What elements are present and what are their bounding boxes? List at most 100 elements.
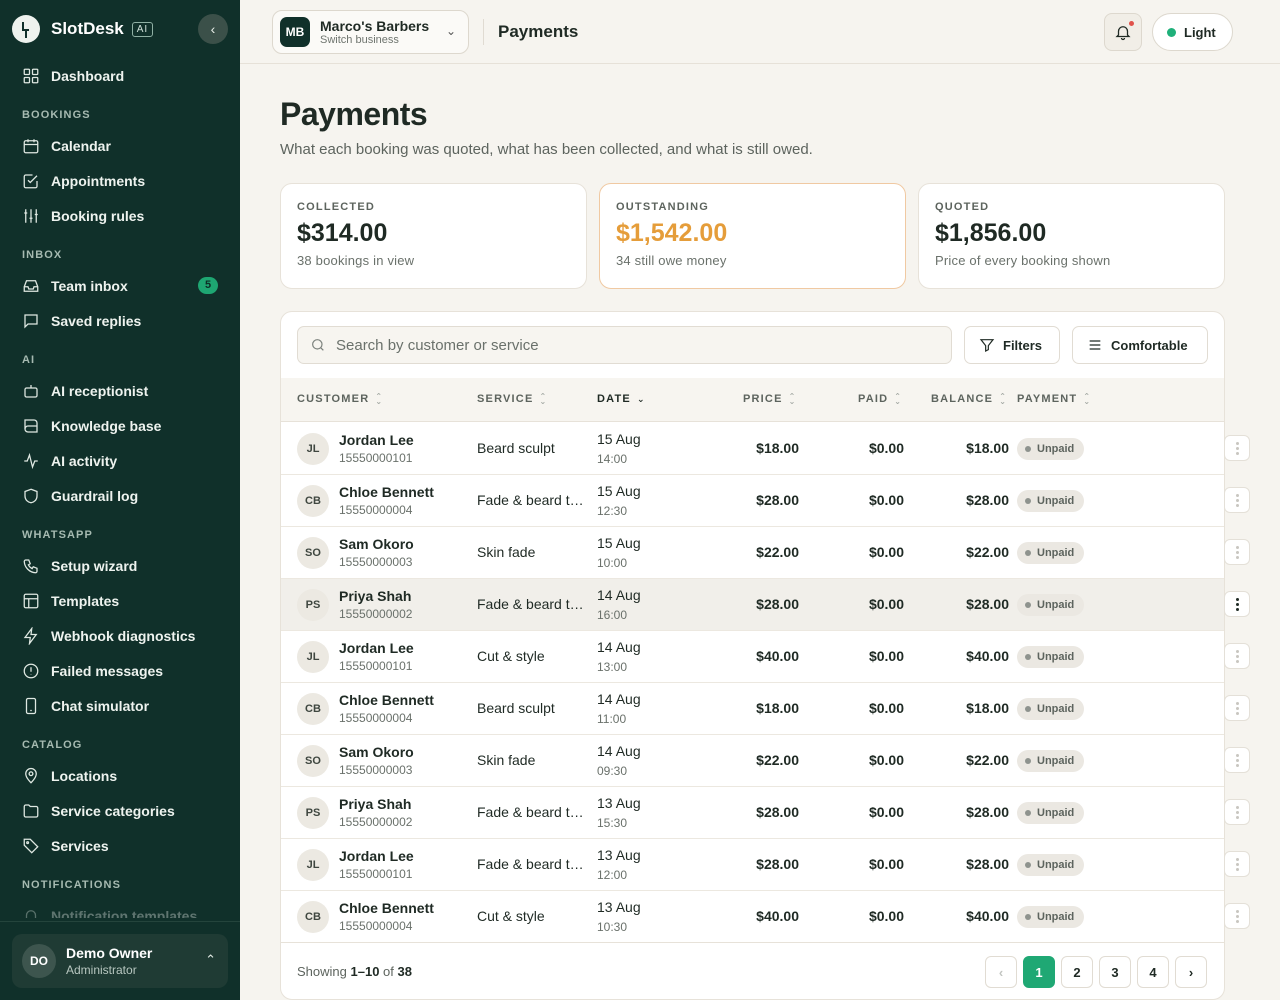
sidebar-item-booking-rules[interactable]: Booking rules bbox=[0, 198, 240, 233]
status-badge: Unpaid bbox=[1017, 490, 1085, 512]
page-button-1[interactable]: 1 bbox=[1023, 956, 1055, 988]
search-box[interactable] bbox=[297, 326, 952, 364]
previous-page-button[interactable]: ‹ bbox=[985, 956, 1017, 988]
sidebar-item-guardrail-log[interactable]: Guardrail log bbox=[0, 478, 240, 513]
row-actions-button[interactable] bbox=[1224, 799, 1250, 825]
customer-name[interactable]: Priya Shah bbox=[339, 796, 411, 812]
booking-time: 12:00 bbox=[597, 868, 628, 882]
sidebar-item-label: Webhook diagnostics bbox=[51, 627, 196, 644]
table-header: CUSTOMER ⌃ ⌄ SERVICE ⌃ ⌄ DATE ⌄ PRICE ⌃ ⌄ PAID ⌃… bbox=[281, 378, 1224, 422]
page-button-3[interactable]: 3 bbox=[1099, 956, 1131, 988]
more-vertical-icon bbox=[1235, 805, 1239, 809]
collapse-sidebar-button[interactable]: ‹ bbox=[198, 14, 228, 44]
customer-name[interactable]: Priya Shah bbox=[339, 588, 411, 604]
sidebar-item-calendar[interactable]: Calendar bbox=[0, 128, 240, 163]
customer-name[interactable]: Chloe Bennett bbox=[339, 900, 434, 916]
row-actions-button[interactable] bbox=[1224, 539, 1250, 565]
filters-button[interactable]: Filters bbox=[964, 326, 1060, 364]
customer-phone: 15550000101 bbox=[339, 451, 413, 465]
sidebar-item-locations[interactable]: Locations bbox=[0, 758, 240, 793]
row-actions-button[interactable] bbox=[1224, 487, 1250, 513]
paid-cell: $0.00 bbox=[868, 856, 904, 872]
table-row[interactable]: CB Chloe Bennett 15550000004 Cut & style 13 … bbox=[281, 891, 1224, 943]
column-header-date[interactable]: DATE ⌄ bbox=[597, 393, 646, 405]
table-row[interactable]: PS Priya Shah 15550000002 Fade & beard trim… bbox=[281, 787, 1224, 839]
notifications-button[interactable] bbox=[1104, 13, 1142, 51]
sidebar-item-label: Services bbox=[51, 837, 109, 854]
search-input[interactable] bbox=[336, 336, 936, 354]
table-row[interactable]: JL Jordan Lee 15550000101 Beard sculpt 15 Au… bbox=[281, 423, 1224, 475]
sidebar-divider bbox=[0, 921, 240, 922]
status-dot bbox=[1025, 654, 1031, 660]
column-header-payment[interactable]: PAYMENT ⌃ ⌄ bbox=[1017, 393, 1091, 406]
more-vertical-icon bbox=[1235, 545, 1239, 549]
column-header-paid[interactable]: PAID ⌃ ⌄ bbox=[858, 393, 902, 406]
sidebar-item-knowledge-base[interactable]: Knowledge base bbox=[0, 408, 240, 443]
more-vertical-icon bbox=[1235, 857, 1239, 861]
page-button-4[interactable]: 4 bbox=[1137, 956, 1169, 988]
sidebar-item-saved-replies[interactable]: Saved replies bbox=[0, 303, 240, 338]
sidebar-item-notification-templates[interactable]: Notification templates bbox=[0, 898, 240, 918]
price-cell: $22.00 bbox=[756, 544, 799, 560]
column-header-balance[interactable]: BALANCE ⌃ ⌄ bbox=[931, 393, 1007, 406]
theme-toggle[interactable]: Light bbox=[1152, 13, 1233, 51]
sidebar-item-webhook-diagnostics[interactable]: Webhook diagnostics bbox=[0, 618, 240, 653]
customer-name[interactable]: Jordan Lee bbox=[339, 640, 414, 656]
table-row[interactable]: PS Priya Shah 15550000002 Fade & beard trim… bbox=[281, 579, 1224, 631]
sidebar-item-failed-messages[interactable]: Failed messages bbox=[0, 653, 240, 688]
sidebar-item-label: Notification templates bbox=[51, 907, 198, 919]
column-header-customer[interactable]: CUSTOMER ⌃ ⌄ bbox=[297, 393, 383, 406]
sidebar-item-service-categories[interactable]: Service categories bbox=[0, 793, 240, 828]
sidebar-item-team-inbox[interactable]: Team inbox 5 bbox=[0, 268, 240, 303]
account-menu[interactable]: DO Demo Owner Administrator ⌃ bbox=[12, 934, 228, 988]
table-row[interactable]: JL Jordan Lee 15550000101 Fade & beard trim… bbox=[281, 839, 1224, 891]
sidebar-item-ai-receptionist[interactable]: AI receptionist bbox=[0, 373, 240, 408]
row-actions-button[interactable] bbox=[1224, 591, 1250, 617]
table-row[interactable]: CB Chloe Bennett 15550000004 Beard sculpt 14… bbox=[281, 683, 1224, 735]
zap-icon bbox=[23, 626, 38, 645]
clock-logo-icon bbox=[12, 15, 40, 43]
customer-name[interactable]: Sam Okoro bbox=[339, 744, 414, 760]
payments-table-card: Filters Comfortable CUSTOMER⌃⌄ SERVICE⌃⌄… bbox=[280, 311, 1225, 1000]
booking-date: 15 Aug bbox=[597, 431, 641, 447]
checklist-icon bbox=[23, 173, 38, 188]
table-row[interactable]: JL Jordan Lee 15550000101 Cut & style 14 Aug… bbox=[281, 631, 1224, 683]
sidebar-item-label: Guardrail log bbox=[51, 487, 139, 504]
customer-name[interactable]: Chloe Bennett bbox=[339, 484, 434, 500]
table-row[interactable]: SO Sam Okoro 15550000003 Skin fade 15 Aug 10:… bbox=[281, 527, 1224, 579]
sidebar-item-label: Locations bbox=[51, 767, 118, 784]
sidebar-item-setup-wizard[interactable]: Setup wizard bbox=[0, 548, 240, 583]
row-actions-button[interactable] bbox=[1224, 695, 1250, 721]
booking-date: 14 Aug bbox=[597, 639, 641, 655]
customer-name[interactable]: Jordan Lee bbox=[339, 848, 414, 864]
sidebar-item-appointments[interactable]: Appointments bbox=[0, 163, 240, 198]
customer-name[interactable]: Chloe Bennett bbox=[339, 692, 434, 708]
table-row[interactable]: CB Chloe Bennett 15550000004 Fade & beard t… bbox=[281, 475, 1224, 527]
price-cell: $40.00 bbox=[756, 908, 799, 924]
customer-name[interactable]: Jordan Lee bbox=[339, 432, 414, 448]
sidebar-item-chat-simulator[interactable]: Chat simulator bbox=[0, 688, 240, 723]
page-button-2[interactable]: 2 bbox=[1061, 956, 1093, 988]
table-row[interactable]: SO Sam Okoro 15550000003 Skin fade 14 Aug 09:… bbox=[281, 735, 1224, 787]
next-page-button[interactable]: › bbox=[1175, 956, 1207, 988]
row-actions-button[interactable] bbox=[1224, 851, 1250, 877]
sidebar-item-dashboard[interactable]: Dashboard bbox=[0, 58, 240, 93]
sidebar-item-services[interactable]: Services bbox=[0, 828, 240, 863]
row-actions-button[interactable] bbox=[1224, 903, 1250, 929]
sidebar-item-label: Booking rules bbox=[51, 207, 145, 224]
row-actions-button[interactable] bbox=[1224, 747, 1250, 773]
column-header-service[interactable]: SERVICE ⌃ ⌄ bbox=[477, 393, 547, 406]
sidebar-item-ai-activity[interactable]: AI activity bbox=[0, 443, 240, 478]
row-actions-button[interactable] bbox=[1224, 435, 1250, 461]
chevron-up-icon: ⌃ bbox=[205, 952, 216, 967]
sidebar-item-templates[interactable]: Templates bbox=[0, 583, 240, 618]
price-cell: $18.00 bbox=[756, 700, 799, 716]
business-switcher[interactable]: MB Marco's Barbers Switch business ⌄ bbox=[272, 10, 469, 54]
booking-time: 09:30 bbox=[597, 764, 628, 778]
customer-name[interactable]: Sam Okoro bbox=[339, 536, 414, 552]
status-label: Unpaid bbox=[1037, 443, 1075, 455]
row-actions-button[interactable] bbox=[1224, 643, 1250, 669]
column-header-price[interactable]: PRICE ⌃ ⌄ bbox=[743, 393, 797, 406]
brand[interactable]: SlotDesk AI ‹ bbox=[12, 12, 228, 46]
density-button[interactable]: Comfortable bbox=[1072, 326, 1208, 364]
